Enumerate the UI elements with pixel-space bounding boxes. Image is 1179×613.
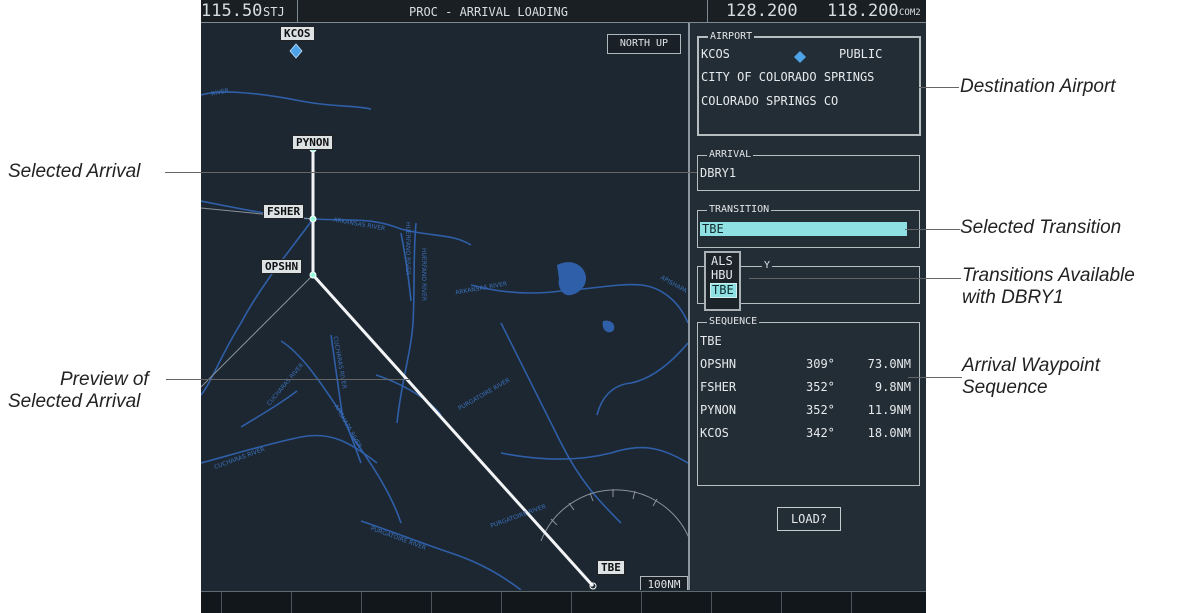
- sequence-distance: 11.9NM: [867, 403, 911, 417]
- callout-line: [166, 379, 410, 380]
- callout-transitions-available-2: with DBRY1: [962, 287, 1064, 308]
- sequence-distance: 9.8NM: [874, 380, 911, 394]
- waypoint-marker: [309, 271, 317, 279]
- callout-arrival-sequence-2: Sequence: [962, 377, 1048, 398]
- sequence-waypoint: PYNON: [700, 403, 737, 417]
- softkey-bar: [201, 591, 926, 613]
- callout-selected-arrival: Selected Arrival: [8, 161, 141, 182]
- divider: [297, 0, 298, 22]
- softkey-divider: [641, 592, 642, 613]
- softkey-divider: [431, 592, 432, 613]
- transition-box[interactable]: TRANSITION TBE: [697, 204, 920, 248]
- river-label: HUERFANO RIVER: [420, 248, 427, 301]
- transition-option-selected[interactable]: TBE: [710, 283, 737, 298]
- lake-marker: [602, 320, 615, 333]
- callout-transitions-available: Transitions Available: [962, 265, 1135, 286]
- procedure-panel: AIRPORT KCOS PUBLIC CITY OF COLORADO SPR…: [691, 23, 926, 590]
- sequence-box[interactable]: SEQUENCE TBE OPSHN 309° 73.0NM FSHER 352…: [697, 316, 920, 486]
- page-title: PROC - ARRIVAL LOADING: [409, 5, 568, 19]
- river-label: HUERFANO RIVER: [404, 222, 411, 275]
- waypoint-label-pynon: PYNON: [292, 135, 334, 150]
- softkey-divider: [501, 592, 502, 613]
- waypoint-label-fsher: FSHER: [263, 204, 305, 219]
- callout-line: [919, 87, 959, 88]
- softkey-divider: [291, 592, 292, 613]
- softkey-divider: [711, 592, 712, 613]
- sequence-box-title: SEQUENCE: [707, 316, 760, 328]
- nav-identifier: STJ: [263, 5, 285, 19]
- callout-line: [908, 377, 962, 378]
- waypoint-label-tbe: TBE: [597, 560, 625, 575]
- divider: [707, 0, 708, 22]
- airport-symbol: [289, 43, 303, 59]
- airport-diamond-icon: [794, 48, 806, 63]
- callout-line: [165, 172, 697, 173]
- rivers: [201, 91, 688, 590]
- airport-city: COLORADO SPRINGS CO: [701, 94, 839, 108]
- airport-box[interactable]: AIRPORT KCOS PUBLIC CITY OF COLORADO SPR…: [697, 31, 921, 136]
- arrival-route-line: [311, 145, 595, 588]
- softkey-divider: [361, 592, 362, 613]
- sequence-course: 309°: [806, 357, 835, 371]
- sequence-course: 342°: [806, 426, 835, 440]
- callout-arrival-sequence: Arrival Waypoint: [962, 355, 1100, 376]
- transition-options-popup[interactable]: ALS HBU TBE: [704, 251, 741, 311]
- runway-box-title: Y: [762, 260, 773, 272]
- load-button[interactable]: LOAD?: [777, 507, 841, 531]
- nav-frequency: 115.50: [201, 1, 263, 21]
- map-graphics: [201, 43, 688, 590]
- transition-box-title: TRANSITION: [707, 204, 772, 216]
- transition-option[interactable]: HBU: [710, 269, 735, 282]
- map-pane[interactable]: RIVER ARKANSAS RIVER HUERFANO RIVER HUER…: [201, 23, 690, 590]
- com-label: COM2: [899, 8, 921, 18]
- transition-option[interactable]: ALS: [710, 255, 735, 268]
- waypoint-marker: [309, 215, 317, 223]
- map-orientation-indicator: NORTH UP: [607, 34, 681, 54]
- softkey-divider: [781, 592, 782, 613]
- sequence-distance: 73.0NM: [867, 357, 911, 371]
- callout-line: [749, 278, 961, 279]
- sequence-waypoint: OPSHN: [700, 357, 737, 371]
- transition-field[interactable]: TBE: [700, 222, 907, 236]
- callout-line: [905, 229, 960, 230]
- arrival-box[interactable]: ARRIVAL DBRY1: [697, 149, 920, 191]
- softkey-divider: [221, 592, 222, 613]
- airport-type: PUBLIC: [839, 47, 883, 61]
- airport-box-title: AIRPORT: [708, 31, 755, 43]
- lake-marker: [557, 262, 587, 296]
- com-active-frequency: 118.200: [827, 1, 899, 21]
- sequence-distance: 18.0NM: [867, 426, 911, 440]
- com-standby-frequency: 128.200: [726, 1, 798, 21]
- airport-name: CITY OF COLORADO SPRINGS: [701, 70, 875, 84]
- softkey-divider: [571, 592, 572, 613]
- callout-selected-transition: Selected Transition: [960, 217, 1122, 238]
- callout-preview-2: Selected Arrival: [8, 391, 141, 412]
- callout-preview: Preview of: [60, 369, 149, 390]
- waypoint-label-kcos: KCOS: [280, 26, 315, 41]
- map-range-indicator: 100NM: [640, 576, 688, 590]
- sequence-course: 352°: [806, 380, 835, 394]
- sequence-course: 352°: [806, 403, 835, 417]
- arrival-value: DBRY1: [700, 166, 737, 180]
- sequence-header: TBE: [700, 334, 722, 348]
- arrival-box-title: ARRIVAL: [707, 149, 754, 161]
- waypoint-label-opshn: OPSHN: [261, 259, 303, 274]
- top-status-bar: 115.50 STJ PROC - ARRIVAL LOADING 128.20…: [201, 0, 926, 23]
- airport-id: KCOS: [701, 47, 730, 61]
- softkey-divider: [851, 592, 852, 613]
- sequence-waypoint: KCOS: [700, 426, 729, 440]
- callout-destination-airport: Destination Airport: [960, 76, 1116, 97]
- sequence-waypoint: FSHER: [700, 380, 737, 394]
- mfd-screen: 115.50 STJ PROC - ARRIVAL LOADING 128.20…: [201, 0, 926, 613]
